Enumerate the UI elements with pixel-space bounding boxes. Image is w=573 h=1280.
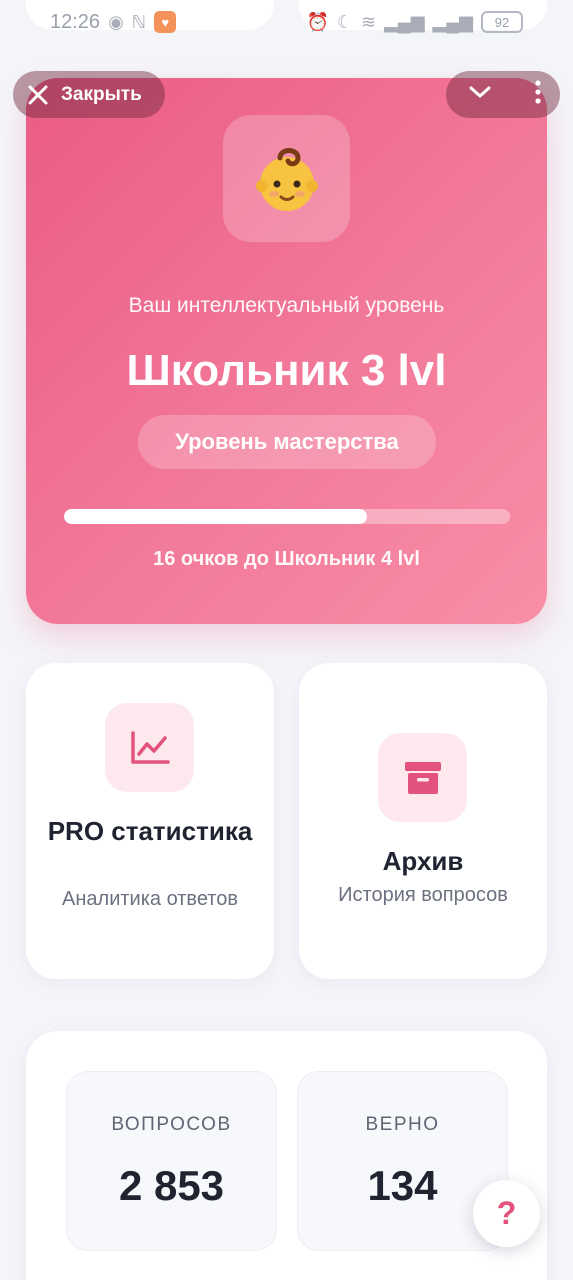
- level-progress-bar: [64, 509, 510, 524]
- battery-icon: 92: [481, 11, 523, 33]
- close-label: Закрыть: [61, 83, 142, 105]
- level-icon-box: [223, 115, 350, 242]
- chevron-down-icon: [469, 86, 491, 98]
- stat-value: 2 853: [118, 1162, 225, 1209]
- more-vertical-icon: [535, 80, 541, 104]
- archive-card[interactable]: Архив История вопросов: [299, 663, 547, 979]
- signal-icon: ▂▄▆: [384, 11, 425, 32]
- close-icon: [28, 85, 48, 104]
- signal-icon-2: ▂▄▆: [432, 11, 473, 32]
- more-options-button[interactable]: [534, 80, 542, 109]
- heart-app-icon: ♥: [154, 11, 177, 33]
- app-screen: 12:26 ◉ ℕ ♥ ⏰ ☾ ≋ ▂▄▆ ▂▄▆ 92 Ваш интелле…: [0, 0, 573, 1280]
- eye-icon: ◉: [108, 11, 124, 32]
- stats-card: ВОПРОСОВ 2 853 ВЕРНО 134: [26, 1031, 547, 1280]
- moon-icon: ☾: [336, 11, 353, 32]
- status-bar-right: ⏰ ☾ ≋ ▂▄▆ ▂▄▆ 92: [306, 11, 523, 33]
- feature-description: Аналитика ответов: [62, 888, 238, 910]
- status-bar: 12:26 ◉ ℕ ♥ ⏰ ☾ ≋ ▂▄▆ ▂▄▆ 92: [0, 0, 573, 44]
- stat-label: ВОПРОСОВ: [111, 1114, 232, 1135]
- level-card: Ваш интеллектуальный уровень Школьник 3 …: [26, 78, 547, 624]
- feature-title: PRO статистика: [47, 816, 253, 846]
- level-progress-fill: [64, 509, 368, 524]
- level-title: Школьник 3 lvl: [126, 346, 447, 395]
- feature-icon-box: [378, 733, 467, 822]
- clock: 12:26: [50, 10, 101, 33]
- close-button[interactable]: Закрыть: [13, 71, 165, 118]
- nfc-icon: ℕ: [131, 11, 147, 32]
- archive-box-icon: [404, 761, 441, 794]
- alarm-icon: ⏰: [306, 11, 329, 32]
- pro-statistics-card[interactable]: PRO статистика Аналитика ответов: [26, 663, 274, 979]
- stat-label: ВЕРНО: [365, 1114, 440, 1135]
- stat-questions: ВОПРОСОВ 2 853: [66, 1071, 277, 1251]
- status-bar-left: 12:26 ◉ ℕ ♥: [50, 10, 177, 34]
- wifi-icon: ≋: [361, 11, 377, 32]
- progress-caption: 16 очков до Школьник 4 lvl: [153, 548, 420, 570]
- feature-description: История вопросов: [338, 884, 508, 906]
- mastery-level-button[interactable]: Уровень мастерства: [138, 415, 436, 469]
- chart-line-icon: [130, 730, 170, 764]
- collapse-button[interactable]: [468, 84, 492, 105]
- level-subtitle: Ваш интеллектуальный уровень: [128, 294, 445, 317]
- baby-icon: [255, 147, 318, 211]
- help-button[interactable]: ?: [473, 1180, 540, 1247]
- menu-pill: [446, 71, 560, 118]
- feature-icon-box: [105, 703, 194, 792]
- feature-title: Архив: [382, 846, 464, 876]
